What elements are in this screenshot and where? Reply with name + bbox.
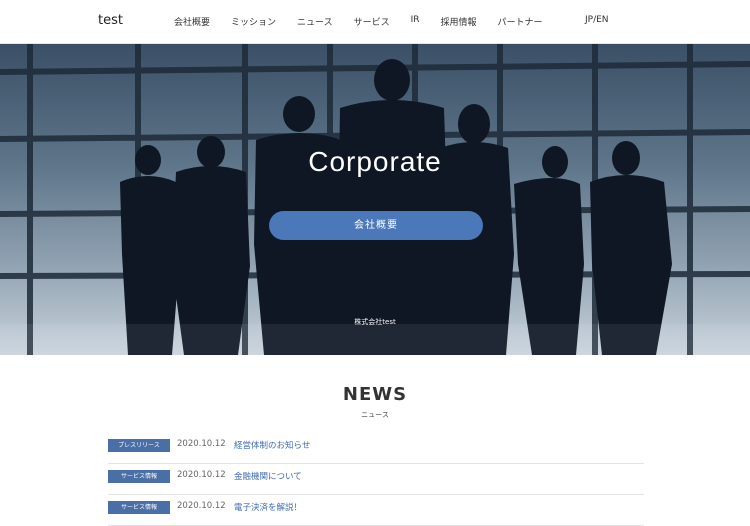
hero-title: Corporate — [308, 146, 442, 177]
company-overview-button[interactable]: 会社概要 — [269, 211, 483, 240]
news-date: 2020.10.12 — [177, 439, 226, 449]
nav-item-partner[interactable]: パートナー — [498, 15, 543, 28]
main-nav: 会社概要 ミッション ニュース サービス IR 採用情報 パートナー — [174, 15, 564, 28]
nav-item-ir[interactable]: IR — [411, 15, 420, 28]
news-title-link[interactable]: 金融機関について — [234, 470, 302, 482]
news-section-title: NEWS — [342, 384, 408, 405]
nav-item-services[interactable]: サービス — [354, 15, 390, 28]
nav-item-company[interactable]: 会社概要 — [174, 15, 210, 28]
hero-background-image — [0, 44, 750, 355]
news-category-badge: サービス情報 — [108, 470, 170, 483]
news-section-subtitle: ニュース — [361, 411, 389, 419]
news-category-badge: プレスリリース — [108, 439, 170, 452]
news-date: 2020.10.12 — [177, 470, 226, 480]
nav-item-news[interactable]: ニュース — [297, 15, 333, 28]
site-header: test 会社概要 ミッション ニュース サービス IR 採用情報 パートナー … — [0, 0, 750, 44]
hero-caption: 株式会社test — [354, 318, 396, 326]
nav-item-mission[interactable]: ミッション — [231, 15, 276, 28]
news-item[interactable]: サービス情報 2020.10.12 金融機関について — [108, 464, 644, 495]
news-item[interactable]: プレスリリース 2020.10.12 経営体制のお知らせ — [108, 433, 644, 464]
hero-banner: Corporate 会社概要 株式会社test — [0, 44, 750, 355]
news-title-link[interactable]: 経営体制のお知らせ — [234, 439, 310, 451]
site-logo[interactable]: test — [98, 13, 123, 28]
news-category-badge: サービス情報 — [108, 501, 170, 514]
news-item[interactable]: サービス情報 2020.10.12 電子決済を解説！ — [108, 495, 644, 526]
news-title-link[interactable]: 電子決済を解説！ — [234, 501, 302, 513]
language-switch[interactable]: JP/EN — [585, 15, 609, 25]
nav-item-recruit[interactable]: 採用情報 — [441, 15, 477, 28]
